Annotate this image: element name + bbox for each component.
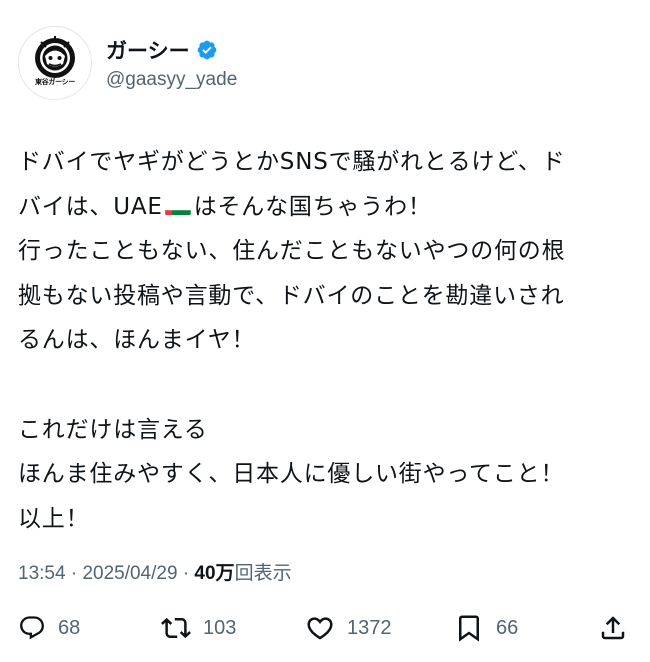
tweet-line: るんは、ほんまイヤ！	[18, 327, 256, 354]
action-bar: 68 103 1372 66	[18, 608, 632, 648]
verified-badge-icon	[196, 39, 218, 61]
meta-separator: ·	[182, 563, 190, 584]
uae-flag-icon	[164, 198, 191, 215]
retweet-count: 103	[203, 616, 237, 639]
bookmark-icon	[459, 615, 479, 642]
like-count: 1372	[347, 616, 392, 639]
meta-separator: ·	[70, 563, 78, 584]
tweet-line-part: バイは、UAE	[18, 193, 163, 220]
heart-icon	[307, 617, 333, 640]
author-handle[interactable]: @gaasyy_yade	[106, 69, 237, 91]
avatar-logo-icon	[35, 36, 75, 78]
retweet-button[interactable]: 103	[161, 608, 236, 648]
author-names: ガーシー @gaasyy_yade	[106, 35, 237, 91]
tweet-line: バイは、UAE はそんな国ちゃうわ！	[18, 185, 633, 230]
display-name[interactable]: ガーシー	[106, 35, 190, 65]
reply-icon	[20, 616, 44, 640]
like-button[interactable]: 1372	[305, 608, 392, 648]
tweet-line: ほんま住みやすく、日本人に優しい街やってこと！	[18, 461, 565, 488]
tweet-time[interactable]: 13:54	[18, 563, 66, 584]
tweet-line-part: はそんな国ちゃうわ！	[193, 193, 432, 220]
views-label: 回表示	[234, 563, 292, 584]
tweet-header: 東谷ガーシー ガーシー @gaasyy_yade	[18, 26, 237, 100]
bookmark-count: 66	[496, 616, 519, 639]
avatar[interactable]: 東谷ガーシー	[18, 26, 92, 100]
name-row: ガーシー	[106, 35, 237, 65]
tweet-meta: 13:54 · 2025/04/29 · 40万回表示	[18, 558, 292, 585]
tweet-text: ドバイでヤギがどうとかSNSで騒がれとるけど、ド バイは、UAE はそんな国ちゃう…	[18, 140, 633, 541]
tweet-line: これだけは言える	[18, 416, 208, 443]
tweet-date[interactable]: 2025/04/29	[82, 563, 177, 584]
share-icon	[601, 616, 625, 640]
reply-button[interactable]: 68	[18, 608, 80, 648]
retweet-icon	[161, 617, 191, 639]
tweet-line: ドバイでヤギがどうとかSNSで騒がれとるけど、ド	[18, 149, 566, 175]
views-count: 40万	[194, 563, 235, 584]
bookmark-button[interactable]: 66	[454, 608, 518, 648]
avatar-caption: 東谷ガーシー	[34, 78, 76, 86]
tweet-line: 以上！	[18, 505, 90, 532]
share-button[interactable]	[598, 608, 628, 648]
reply-count: 68	[58, 616, 81, 639]
tweet-line: 行ったこともない、住んだこともないやつの何の根	[18, 238, 566, 265]
tweet-line: 拠もない投稿や言動で、ドバイのことを勘違いされ	[18, 282, 565, 309]
